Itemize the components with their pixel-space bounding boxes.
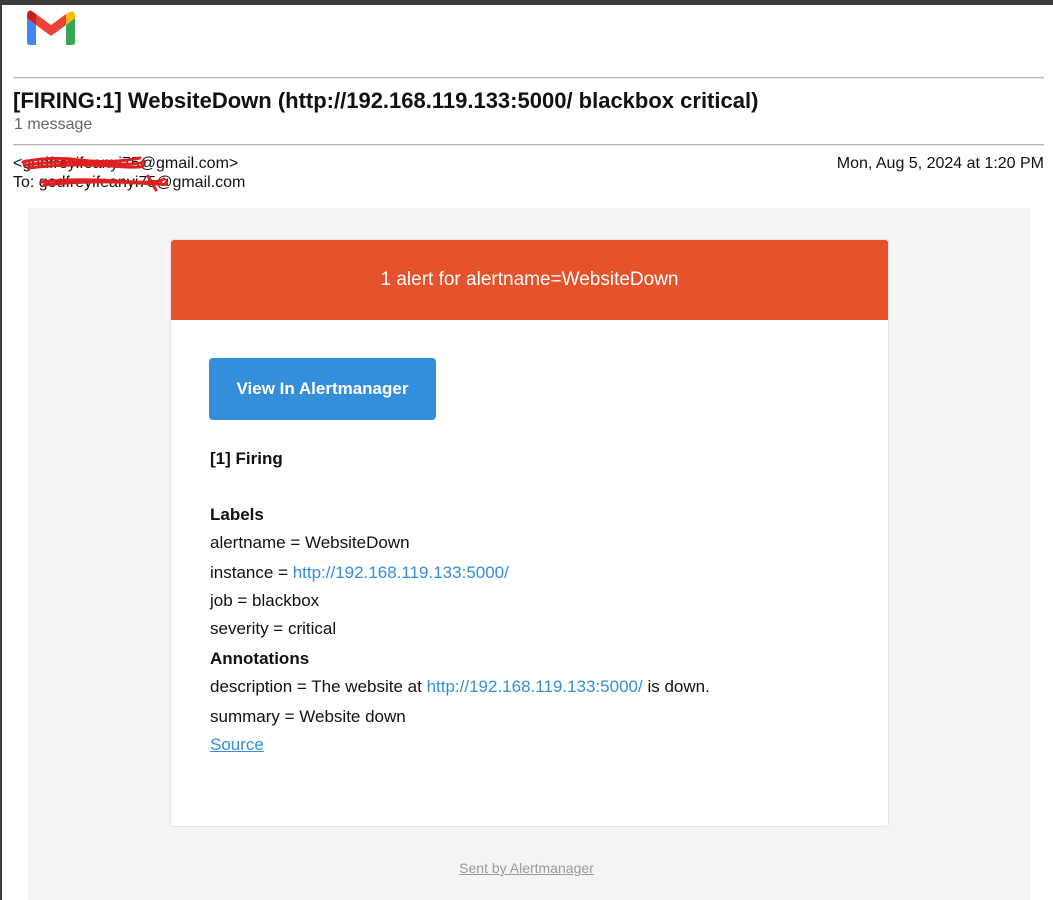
gmail-logo-icon — [27, 10, 75, 45]
label-instance-prefix: instance = — [210, 563, 293, 582]
label-alertname: alertname = WebsiteDown — [210, 533, 410, 552]
description-prefix: description = The website at — [210, 677, 427, 696]
subject-divider — [13, 144, 1044, 146]
annotation-summary: summary = Website down — [210, 707, 406, 726]
labels-title: Labels — [210, 505, 264, 524]
message-count: 1 message — [14, 116, 93, 133]
sender-address: <godfreyifeanyi75@gmail.com> — [13, 155, 239, 172]
annotation-description: description = The website at http://192.… — [210, 677, 710, 697]
source-line: Source — [210, 735, 264, 755]
window-left-border — [0, 5, 2, 900]
label-instance: instance = http://192.168.119.133:5000/ — [210, 563, 509, 583]
description-link[interactable]: http://192.168.119.133:5000/ — [427, 677, 643, 696]
label-job: job = blackbox — [210, 591, 320, 610]
sent-by-alertmanager-link[interactable]: Sent by Alertmanager — [459, 860, 594, 876]
email-subject: [FIRING:1] WebsiteDown (http://192.168.1… — [13, 88, 759, 113]
alert-card: 1 alert for alertname=WebsiteDown View I… — [170, 239, 889, 827]
instance-link[interactable]: http://192.168.119.133:5000/ — [293, 563, 509, 582]
description-suffix: is down. — [642, 677, 710, 696]
firing-title: [1] Firing — [210, 449, 283, 468]
view-in-alertmanager-button[interactable]: View In Alertmanager — [209, 358, 436, 420]
annotations-title: Annotations — [210, 649, 310, 668]
email-date: Mon, Aug 5, 2024 at 1:20 PM — [836, 155, 1044, 172]
window-top-border — [0, 0, 1053, 5]
footer: Sent by Alertmanager — [0, 860, 1053, 876]
header-divider — [13, 77, 1044, 79]
label-severity: severity = critical — [210, 619, 337, 638]
alert-header: 1 alert for alertname=WebsiteDown — [171, 240, 888, 320]
source-link[interactable]: Source — [210, 735, 264, 754]
recipient-address: To: godfreyifeanyi75@gmail.com — [13, 174, 246, 191]
